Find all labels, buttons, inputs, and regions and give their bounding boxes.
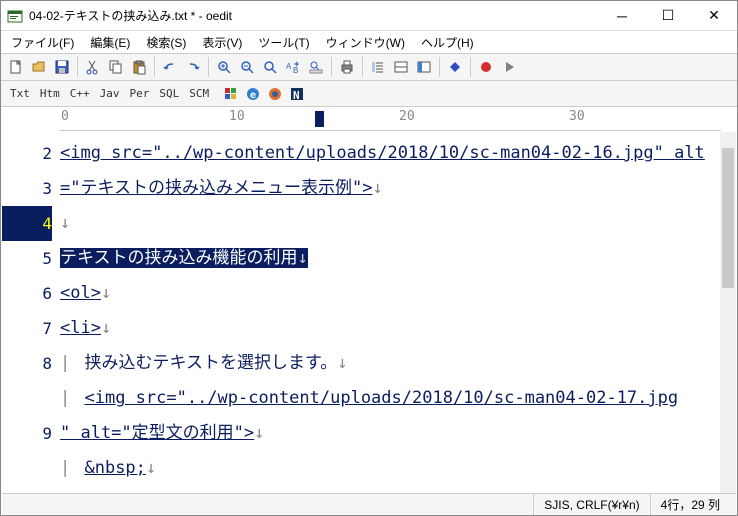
code-text: 挟み込むテキストを選択します。 [84, 353, 337, 373]
line-number: 3 [2, 171, 52, 206]
vertical-scrollbar[interactable] [720, 132, 736, 493]
new-file-icon[interactable] [5, 56, 27, 78]
selected-text: テキストの挟み込み機能の利用 [60, 248, 298, 268]
lang-jav[interactable]: Jav [95, 84, 125, 103]
line-number-current: 4 [2, 206, 52, 241]
bookmark-icon[interactable] [444, 56, 466, 78]
menu-help[interactable]: ヘルプ(H) [415, 32, 480, 53]
ruler-tick-30: 30 [569, 109, 585, 124]
svg-text:N: N [293, 89, 300, 102]
netscape-icon[interactable]: N [287, 84, 307, 104]
zoom-in-icon[interactable] [213, 56, 235, 78]
play-icon[interactable] [498, 56, 520, 78]
window-controls: ─ ☐ ✕ [599, 1, 737, 31]
linefeed-icon: ↓ [337, 353, 347, 373]
menu-window[interactable]: ウィンドウ(W) [320, 32, 411, 53]
minimize-button[interactable]: ─ [599, 1, 645, 31]
replace-icon[interactable]: AB [282, 56, 304, 78]
paste-icon[interactable] [128, 56, 150, 78]
status-encoding: SJIS, CRLF(¥r¥n) [533, 494, 649, 515]
line-number: 9 [2, 416, 52, 451]
line-number: 8 [2, 346, 52, 381]
linefeed-icon: ↓ [298, 248, 308, 268]
print-icon[interactable] [336, 56, 358, 78]
main-toolbar: AB [1, 53, 737, 81]
windows-icon[interactable] [221, 84, 241, 104]
titlebar: 04-02-テキストの挟み込み.txt * - oedit ─ ☐ ✕ [1, 1, 737, 31]
zoom-out-icon[interactable] [236, 56, 258, 78]
maximize-button[interactable]: ☐ [645, 1, 691, 31]
record-icon[interactable] [475, 56, 497, 78]
window-title: 04-02-テキストの挟み込み.txt * - oedit [29, 7, 599, 24]
save-icon[interactable] [51, 56, 73, 78]
line-number [2, 381, 52, 416]
lang-txt[interactable]: Txt [5, 84, 35, 103]
code-area[interactable]: <img src="../wp-content/uploads/2018/10/… [60, 132, 720, 493]
grep-icon[interactable] [305, 56, 327, 78]
firefox-icon[interactable] [265, 84, 285, 104]
linefeed-icon: ↓ [254, 423, 264, 443]
ruler: 0 10 20 30 [59, 107, 721, 131]
menubar: ファイル(F) 編集(E) 検索(S) 表示(V) ツール(T) ウィンドウ(W… [1, 31, 737, 53]
open-file-icon[interactable] [28, 56, 50, 78]
scrollbar-thumb[interactable] [722, 148, 734, 288]
lang-cpp[interactable]: C++ [65, 84, 95, 103]
code-text: ="テキストの挟み込みメニュー表示例"> [60, 178, 372, 198]
svg-text:B: B [293, 66, 298, 75]
ruler-tick-20: 20 [399, 109, 415, 124]
language-toolbar: Txt Htm C++ Jav Per SQL SCM e N [1, 81, 737, 107]
app-icon [7, 8, 23, 24]
svg-text:A: A [286, 62, 292, 71]
linefeed-icon: ↓ [146, 458, 156, 478]
linefeed-icon: ↓ [372, 178, 382, 198]
menu-tool[interactable]: ツール(T) [252, 32, 315, 53]
menu-view[interactable]: 表示(V) [196, 32, 248, 53]
redo-icon[interactable] [182, 56, 204, 78]
indent-guide: | [60, 388, 84, 408]
code-text: <img src="../wp-content/uploads/2018/10/… [60, 143, 705, 163]
lang-scm[interactable]: SCM [184, 84, 214, 103]
linefeed-icon: ↓ [101, 318, 111, 338]
line-number: 2 [2, 136, 52, 171]
line-number: 7 [2, 311, 52, 346]
undo-icon[interactable] [159, 56, 181, 78]
close-button[interactable]: ✕ [691, 1, 737, 31]
sidebar-icon[interactable] [413, 56, 435, 78]
indent-guide: | [60, 458, 84, 478]
code-text: <li> [60, 318, 101, 338]
linefeed-icon: ↓ [60, 213, 70, 233]
cut-icon[interactable] [82, 56, 104, 78]
linefeed-icon: ↓ [101, 283, 111, 303]
window-split-icon[interactable] [390, 56, 412, 78]
ruler-tick-10: 10 [229, 109, 245, 124]
code-text: <img src="../wp-content/uploads/2018/10/… [84, 388, 678, 408]
statusbar: SJIS, CRLF(¥r¥n) 4行，29 列 [2, 493, 736, 515]
menu-file[interactable]: ファイル(F) [5, 32, 80, 53]
line-numbers-icon[interactable] [367, 56, 389, 78]
menu-search[interactable]: 検索(S) [140, 32, 192, 53]
copy-icon[interactable] [105, 56, 127, 78]
svg-text:e: e [250, 90, 256, 101]
lang-sql[interactable]: SQL [154, 84, 184, 103]
lang-htm[interactable]: Htm [35, 84, 65, 103]
line-number: 5 [2, 241, 52, 276]
code-text: &nbsp; [84, 458, 145, 478]
status-position: 4行，29 列 [650, 494, 730, 515]
lang-per[interactable]: Per [125, 84, 155, 103]
code-text: " alt="定型文の利用"> [60, 423, 254, 443]
ruler-tick-0: 0 [61, 109, 69, 124]
search-icon[interactable] [259, 56, 281, 78]
editor: 2 3 4 5 6 7 8 9 <img src="../wp-content/… [2, 132, 736, 493]
ruler-caret [315, 111, 324, 127]
line-number: 6 [2, 276, 52, 311]
code-text: <ol> [60, 283, 101, 303]
menu-edit[interactable]: 編集(E) [84, 32, 136, 53]
gutter: 2 3 4 5 6 7 8 9 [2, 132, 60, 493]
ie-icon[interactable]: e [243, 84, 263, 104]
indent-guide: | [60, 353, 84, 373]
